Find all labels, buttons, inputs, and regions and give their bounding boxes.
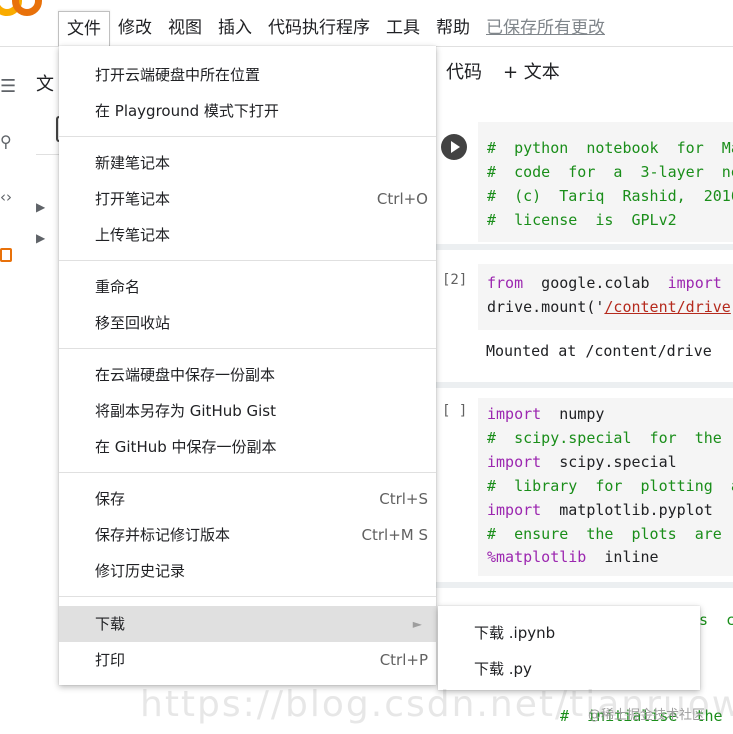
add-text-button[interactable]: + 文本: [503, 58, 560, 84]
menu-save-copy-gist[interactable]: 将副本另存为 GitHub Gist: [59, 393, 436, 429]
download-submenu: 下载 .ipynb 下载 .py: [438, 606, 700, 690]
code-line: drive.mount('/content/drive': [487, 295, 733, 319]
code-line: %matplotlib inline: [487, 545, 659, 569]
menu-save[interactable]: 保存 Ctrl+S: [59, 481, 436, 517]
menu-download-ipynb[interactable]: 下载 .ipynb: [438, 615, 700, 651]
code-text: inline: [586, 548, 659, 566]
code-text: numpy: [541, 405, 605, 423]
code-line: # library for plotting a: [487, 477, 733, 495]
code-keyword: from: [487, 274, 524, 292]
saved-status-link[interactable]: 已保存所有更改: [478, 11, 613, 45]
folder-icon[interactable]: [0, 248, 12, 262]
code-text: matplotlib.pyplot: [541, 501, 713, 519]
menu-runtime[interactable]: 代码执行程序: [260, 11, 378, 45]
menu-save-copy-github[interactable]: 在 GitHub 中保存一份副本: [59, 429, 436, 465]
execution-count: [2]: [442, 272, 468, 288]
menu-separator: [59, 472, 436, 473]
code-line: import scipy.special: [487, 450, 677, 474]
search-icon[interactable]: ⚲: [0, 132, 12, 151]
submenu-arrow-icon: ►: [412, 617, 422, 631]
cell-separator: [436, 244, 733, 250]
file-menu-dropdown: 打开云端硬盘中所在位置 在 Playground 模式下打开 新建笔记本 打开笔…: [59, 46, 436, 685]
menu-separator: [59, 348, 436, 349]
code-keyword: import: [487, 453, 542, 471]
menu-separator: [59, 596, 436, 597]
menu-open-notebook[interactable]: 打开笔记本 Ctrl+O: [59, 181, 436, 217]
logo-circle-right: [12, 0, 42, 16]
code-line: # scipy.special for the: [487, 429, 722, 447]
add-code-button[interactable]: 代码: [446, 58, 482, 84]
menu-download[interactable]: 下载 ►: [59, 606, 436, 642]
code-text: drive.mount(': [487, 298, 605, 316]
code-line: # (c) Tariq Rashid, 2016: [487, 187, 733, 205]
menu-help[interactable]: 帮助: [428, 11, 478, 45]
run-cell-button[interactable]: [441, 134, 467, 160]
chevron-right-icon[interactable]: ▶: [36, 200, 45, 214]
code-line: # python notebook for Ma: [487, 139, 733, 157]
menu-print[interactable]: 打印 Ctrl+P: [59, 642, 436, 678]
menu-save-copy-drive[interactable]: 在云端硬盘中保存一份副本: [59, 357, 436, 393]
cell-separator: [436, 382, 733, 388]
menu-open-playground[interactable]: 在 Playground 模式下打开: [59, 93, 436, 129]
code-line: # license is GPLv2: [487, 211, 677, 229]
menu-separator: [59, 260, 436, 261]
menu-save-and-pin-revision[interactable]: 保存并标记修订版本 Ctrl+M S: [59, 517, 436, 553]
code-line: from google.colab import: [487, 271, 722, 295]
sidebar-divider: [36, 154, 60, 155]
sidebar-title: 文: [36, 74, 54, 95]
menu-download-py[interactable]: 下载 .py: [438, 651, 700, 687]
code-text: scipy.special: [541, 453, 677, 471]
code-string: /content/drive: [604, 298, 731, 316]
menu-revision-history[interactable]: 修订历史记录: [59, 553, 436, 589]
menu-rename[interactable]: 重命名: [59, 269, 436, 305]
code-snippets-icon[interactable]: ‹›: [0, 188, 12, 206]
hamburger-icon[interactable]: ☰: [0, 76, 16, 97]
execution-count: [ ]: [442, 403, 468, 419]
code-keyword: import: [667, 274, 722, 292]
cell-separator: [436, 582, 733, 588]
menu-upload-notebook[interactable]: 上传笔记本: [59, 217, 436, 253]
chevron-right-icon[interactable]: ▶: [36, 231, 45, 245]
code-line: # code for a 3-layer ne: [487, 163, 733, 181]
code-keyword: import: [487, 405, 542, 423]
menu-view[interactable]: 视图: [160, 11, 210, 45]
menu-file[interactable]: 文件: [58, 10, 110, 46]
code-keyword: import: [487, 501, 542, 519]
code-line: import numpy: [487, 402, 604, 426]
cell-output: Mounted at /content/drive: [486, 342, 712, 360]
code-magic: %matplotlib: [487, 548, 587, 566]
menu-edit[interactable]: 修改: [110, 11, 160, 45]
code-line: import matplotlib.pyplot: [487, 498, 713, 522]
menubar: 文件 修改 视图 插入 代码执行程序 工具 帮助 已保存所有更改: [58, 10, 613, 46]
menu-open-in-drive[interactable]: 打开云端硬盘中所在位置: [59, 57, 436, 93]
menu-move-to-trash[interactable]: 移至回收站: [59, 305, 436, 341]
menu-separator: [59, 136, 436, 137]
watermark-brand: @稀土掘金技术社区: [588, 708, 706, 723]
code-line: # ensure the plots are: [487, 525, 722, 543]
colab-logo[interactable]: [0, 0, 52, 20]
menu-new-notebook[interactable]: 新建笔记本: [59, 145, 436, 181]
code-text: google.colab: [523, 274, 668, 292]
menu-insert[interactable]: 插入: [210, 11, 260, 45]
menu-tools[interactable]: 工具: [378, 11, 428, 45]
